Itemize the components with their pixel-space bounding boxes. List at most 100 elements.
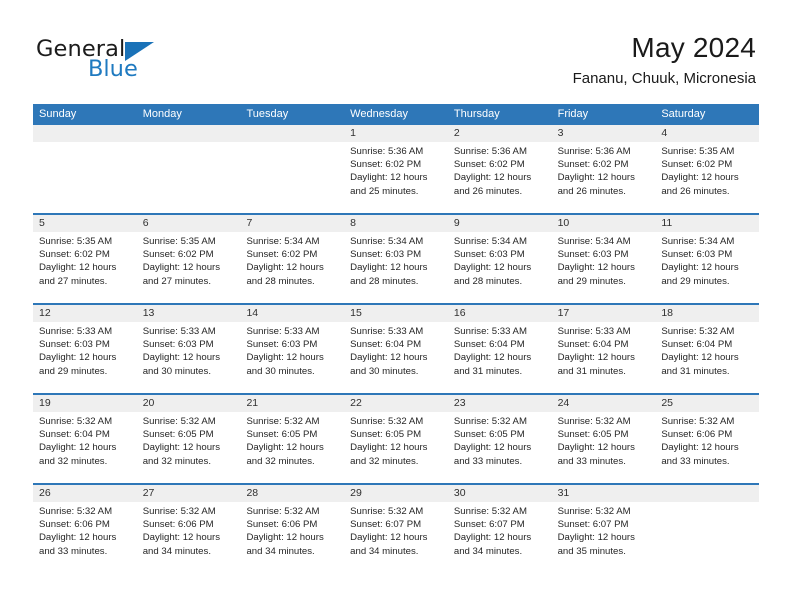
calendar-day-cell[interactable]: 16 Sunrise: 5:33 AM Sunset: 6:04 PM Dayligh… xyxy=(447,305,552,393)
daylight-text-line1: Daylight: 12 hours xyxy=(350,352,428,364)
sunrise-text: Sunrise: 5:33 AM xyxy=(142,326,216,337)
sunrise-text: Sunrise: 5:32 AM xyxy=(557,416,631,427)
calendar-day-cell[interactable]: 2 Sunrise: 5:36 AM Sunset: 6:02 PM Daylight… xyxy=(447,125,552,213)
calendar-week-row: 12 Sunrise: 5:33 AM Sunset: 6:03 PM Dayligh… xyxy=(33,305,760,395)
calendar-day-cell[interactable]: 31 Sunrise: 5:32 AM Sunset: 6:07 PM Dayligh… xyxy=(551,485,656,573)
day-number: 19 xyxy=(33,395,137,412)
daylight-text-line1: Daylight: 12 hours xyxy=(246,532,324,544)
day-sun-info: Sunrise: 5:33 AM Sunset: 6:03 PM Daylight:… xyxy=(33,322,137,378)
calendar-day-cell[interactable]: 30 Sunrise: 5:32 AM Sunset: 6:07 PM Dayligh… xyxy=(447,485,552,573)
daylight-text-line2: and 34 minutes. xyxy=(350,545,419,557)
sunset-text: Sunset: 6:04 PM xyxy=(350,339,422,351)
daylight-text-line1: Daylight: 12 hours xyxy=(39,442,117,454)
calendar-day-cell[interactable]: 27 Sunrise: 5:32 AM Sunset: 6:06 PM Dayligh… xyxy=(136,485,241,573)
calendar-week-row: 5 Sunrise: 5:35 AM Sunset: 6:02 PM Daylight… xyxy=(33,215,760,305)
calendar-day-cell[interactable]: 29 Sunrise: 5:32 AM Sunset: 6:07 PM Dayligh… xyxy=(344,485,448,573)
calendar-day-cell[interactable]: 11 Sunrise: 5:34 AM Sunset: 6:03 PM Dayligh… xyxy=(655,215,760,303)
sunrise-text: Sunrise: 5:32 AM xyxy=(142,506,216,517)
daylight-text-line2: and 26 minutes. xyxy=(453,185,523,197)
day-sun-info: Sunrise: 5:32 AM Sunset: 6:05 PM Daylight:… xyxy=(552,412,656,468)
calendar-day-cell[interactable]: 24 Sunrise: 5:32 AM Sunset: 6:05 PM Dayligh… xyxy=(551,395,656,483)
daylight-text-line1: Daylight: 12 hours xyxy=(142,262,221,274)
daylight-text-line1: Daylight: 12 hours xyxy=(350,442,428,454)
calendar-body: 1 Sunrise: 5:36 AM Sunset: 6:02 PM Daylight… xyxy=(33,125,760,573)
daylight-text-line1: Daylight: 12 hours xyxy=(39,532,117,544)
sunrise-text: Sunrise: 5:34 AM xyxy=(350,236,424,247)
day-number: 14 xyxy=(240,305,345,322)
calendar-day-cell[interactable]: 28 Sunrise: 5:32 AM Sunset: 6:06 PM Dayligh… xyxy=(240,485,345,573)
day-number: 5 xyxy=(33,215,137,232)
day-sun-info: Sunrise: 5:32 AM Sunset: 6:07 PM Daylight:… xyxy=(552,502,656,558)
calendar-day-cell[interactable]: 14 Sunrise: 5:33 AM Sunset: 6:03 PM Dayligh… xyxy=(240,305,345,393)
day-sun-info: Sunrise: 5:34 AM Sunset: 6:03 PM Daylight:… xyxy=(448,232,552,288)
calendar-day-cell[interactable]: 12 Sunrise: 5:33 AM Sunset: 6:03 PM Dayligh… xyxy=(33,305,137,393)
daylight-text-line1: Daylight: 12 hours xyxy=(557,442,635,454)
daylight-text-line1: Daylight: 12 hours xyxy=(453,352,532,364)
daylight-text-line1: Daylight: 12 hours xyxy=(350,262,428,274)
day-sun-info: Sunrise: 5:36 AM Sunset: 6:02 PM Daylight:… xyxy=(344,142,448,198)
general-blue-logo[interactable]: General Blue xyxy=(36,38,296,94)
calendar-day-cell[interactable]: 6 Sunrise: 5:35 AM Sunset: 6:02 PM Daylight… xyxy=(136,215,241,303)
calendar-week-row: 26 Sunrise: 5:32 AM Sunset: 6:06 PM Dayligh… xyxy=(33,485,760,573)
weekday-header-wednesday: Wednesday xyxy=(350,108,409,120)
calendar-day-cell[interactable]: 26 Sunrise: 5:32 AM Sunset: 6:06 PM Dayligh… xyxy=(33,485,137,573)
calendar-day-cell[interactable]: 5 Sunrise: 5:35 AM Sunset: 6:02 PM Daylight… xyxy=(33,215,137,303)
logo-text-blue: Blue xyxy=(88,56,138,82)
calendar-day-cell[interactable]: 22 Sunrise: 5:32 AM Sunset: 6:05 PM Dayligh… xyxy=(344,395,448,483)
sunset-text: Sunset: 6:02 PM xyxy=(453,159,525,171)
sunset-text: Sunset: 6:02 PM xyxy=(39,249,110,261)
sunrise-text: Sunrise: 5:32 AM xyxy=(453,506,527,517)
daylight-text-line1: Daylight: 12 hours xyxy=(39,262,117,274)
daylight-text-line2: and 32 minutes. xyxy=(39,455,108,467)
calendar-day-cell[interactable]: 20 Sunrise: 5:32 AM Sunset: 6:05 PM Dayligh… xyxy=(136,395,241,483)
day-number xyxy=(240,125,345,142)
sunrise-text: Sunrise: 5:33 AM xyxy=(557,326,631,337)
calendar-day-cell[interactable]: 10 Sunrise: 5:34 AM Sunset: 6:03 PM Dayligh… xyxy=(551,215,656,303)
day-number xyxy=(655,485,760,502)
daylight-text-line2: and 31 minutes. xyxy=(557,365,626,377)
daylight-text-line2: and 27 minutes. xyxy=(39,275,108,287)
daylight-text-line2: and 33 minutes. xyxy=(557,455,626,467)
day-number: 8 xyxy=(344,215,448,232)
calendar-day-cell[interactable]: 18 Sunrise: 5:32 AM Sunset: 6:04 PM Dayligh… xyxy=(655,305,760,393)
calendar-day-cell-empty xyxy=(240,125,345,213)
day-number: 18 xyxy=(655,305,760,322)
calendar-day-cell[interactable]: 8 Sunrise: 5:34 AM Sunset: 6:03 PM Daylight… xyxy=(344,215,448,303)
daylight-text-line2: and 26 minutes. xyxy=(661,185,730,197)
calendar-day-cell[interactable]: 17 Sunrise: 5:33 AM Sunset: 6:04 PM Dayligh… xyxy=(551,305,656,393)
daylight-text-line2: and 26 minutes. xyxy=(557,185,626,197)
calendar-day-cell[interactable]: 4 Sunrise: 5:35 AM Sunset: 6:02 PM Daylight… xyxy=(655,125,760,213)
daylight-text-line1: Daylight: 12 hours xyxy=(557,262,635,274)
daylight-text-line1: Daylight: 12 hours xyxy=(246,442,324,454)
calendar-day-cell[interactable]: 13 Sunrise: 5:33 AM Sunset: 6:03 PM Dayligh… xyxy=(136,305,241,393)
sunset-text: Sunset: 6:04 PM xyxy=(661,339,733,351)
daylight-text-line2: and 29 minutes. xyxy=(661,275,730,287)
calendar-grid: Sunday Monday Tuesday Wednesday Thursday Frid… xyxy=(33,104,760,573)
day-sun-info: Sunrise: 5:33 AM Sunset: 6:04 PM Daylight:… xyxy=(344,322,448,378)
calendar-day-cell-empty xyxy=(655,485,760,573)
day-number: 12 xyxy=(33,305,137,322)
calendar-day-cell[interactable]: 19 Sunrise: 5:32 AM Sunset: 6:04 PM Dayligh… xyxy=(33,395,137,483)
daylight-text-line2: and 30 minutes. xyxy=(142,365,211,377)
daylight-text-line2: and 33 minutes. xyxy=(39,545,108,557)
calendar-day-cell[interactable]: 7 Sunrise: 5:34 AM Sunset: 6:02 PM Daylight… xyxy=(240,215,345,303)
calendar-day-cell[interactable]: 15 Sunrise: 5:33 AM Sunset: 6:04 PM Dayligh… xyxy=(344,305,448,393)
day-sun-info: Sunrise: 5:32 AM Sunset: 6:06 PM Daylight:… xyxy=(137,502,241,558)
day-number: 17 xyxy=(551,305,656,322)
daylight-text-line2: and 35 minutes. xyxy=(557,545,626,557)
calendar-day-cell[interactable]: 9 Sunrise: 5:34 AM Sunset: 6:03 PM Daylight… xyxy=(447,215,552,303)
sunrise-text: Sunrise: 5:32 AM xyxy=(350,506,424,517)
sunrise-text: Sunrise: 5:34 AM xyxy=(557,236,631,247)
page-header: General Blue May 2024 Fananu, Chuuk, Mic… xyxy=(0,0,792,100)
calendar-day-cell[interactable]: 25 Sunrise: 5:32 AM Sunset: 6:06 PM Dayligh… xyxy=(655,395,760,483)
calendar-day-cell[interactable]: 23 Sunrise: 5:32 AM Sunset: 6:05 PM Dayligh… xyxy=(447,395,552,483)
sunrise-text: Sunrise: 5:33 AM xyxy=(246,326,320,337)
calendar-day-cell[interactable]: 3 Sunrise: 5:36 AM Sunset: 6:02 PM Daylight… xyxy=(551,125,656,213)
day-sun-info: Sunrise: 5:32 AM Sunset: 6:05 PM Daylight:… xyxy=(344,412,448,468)
day-sun-info: Sunrise: 5:32 AM Sunset: 6:06 PM Daylight:… xyxy=(655,412,759,468)
calendar-day-cell[interactable]: 21 Sunrise: 5:32 AM Sunset: 6:05 PM Dayligh… xyxy=(240,395,345,483)
calendar-day-cell[interactable]: 1 Sunrise: 5:36 AM Sunset: 6:02 PM Daylight… xyxy=(344,125,448,213)
day-number: 2 xyxy=(447,125,552,142)
sunrise-text: Sunrise: 5:32 AM xyxy=(39,416,113,427)
sunset-text: Sunset: 6:02 PM xyxy=(557,159,629,171)
